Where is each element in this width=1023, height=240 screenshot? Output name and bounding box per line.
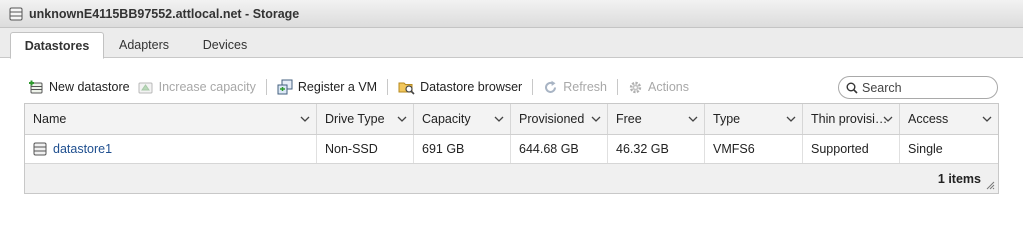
tab-devices[interactable]: Devices xyxy=(190,32,260,58)
column-header-label: Drive Type xyxy=(325,112,385,126)
column-header-type[interactable]: Type xyxy=(705,104,803,134)
datastore-browser-label: Datastore browser xyxy=(420,80,523,94)
chevron-down-icon[interactable] xyxy=(688,115,698,123)
toolbar-divider xyxy=(265,79,267,95)
column-header-access[interactable]: Access xyxy=(900,104,998,134)
search-icon xyxy=(846,82,858,94)
folder-search-icon xyxy=(398,82,415,95)
chevron-down-icon[interactable] xyxy=(397,115,407,123)
datastores-table: Name Drive Type Capacity Provisioned Fre… xyxy=(24,103,999,194)
new-datastore-label: New datastore xyxy=(49,80,130,94)
column-header-label: Capacity xyxy=(422,112,471,126)
column-header-capacity[interactable]: Capacity xyxy=(414,104,511,134)
refresh-label: Refresh xyxy=(563,80,607,94)
column-header-label: Access xyxy=(908,112,949,126)
actions-button[interactable]: Actions xyxy=(624,75,693,99)
toolbar-divider xyxy=(617,79,618,95)
refresh-icon xyxy=(545,80,557,93)
register-vm-icon xyxy=(277,79,293,95)
column-header-provisioned[interactable]: Provisioned xyxy=(511,104,608,134)
provisioned-cell: 644.68 GB xyxy=(511,135,608,163)
tab-bar: Datastores Adapters Devices xyxy=(0,28,1023,59)
register-vm-button[interactable]: Register a VM xyxy=(273,75,381,99)
toolbar-divider xyxy=(532,79,534,95)
type-cell: VMFS6 xyxy=(705,135,803,163)
column-header-label: Free xyxy=(616,112,642,126)
new-datastore-icon xyxy=(29,80,43,94)
datastore-icon xyxy=(33,142,47,156)
column-header-label: Type xyxy=(713,112,741,126)
chevron-down-icon[interactable] xyxy=(883,115,893,123)
datastore-browser-button[interactable]: Datastore browser xyxy=(394,75,526,99)
capacity-cell: 691 GB xyxy=(414,135,511,163)
search-box xyxy=(838,76,998,99)
increase-capacity-icon xyxy=(138,82,153,94)
column-header-thin-provisioning[interactable]: Thin provisi… xyxy=(803,104,900,134)
resize-grip-icon[interactable] xyxy=(986,181,995,190)
chevron-down-icon[interactable] xyxy=(982,115,992,123)
drive-type-cell: Non-SSD xyxy=(317,135,414,163)
thin-provisioning-cell: Supported xyxy=(803,135,900,163)
tab-datastores[interactable]: Datastores xyxy=(10,32,104,59)
toolbar-divider xyxy=(387,79,389,95)
column-header-label: Provisioned xyxy=(519,112,585,126)
window-title: unknownE4115BB97552.attlocal.net - Stora… xyxy=(29,6,300,21)
table-footer: 1 items xyxy=(25,164,998,193)
window-titlebar: unknownE4115BB97552.attlocal.net - Stora… xyxy=(0,0,1023,28)
access-cell: Single xyxy=(908,142,943,156)
table-row[interactable]: datastore1 Non-SSD 691 GB 644.68 GB 46.3… xyxy=(25,135,998,164)
table-header: Name Drive Type Capacity Provisioned Fre… xyxy=(25,104,998,135)
column-header-drive-type[interactable]: Drive Type xyxy=(317,104,414,134)
column-header-free[interactable]: Free xyxy=(608,104,705,134)
column-header-label: Name xyxy=(33,112,67,126)
tab-adapters[interactable]: Adapters xyxy=(108,32,180,58)
actions-label: Actions xyxy=(648,80,689,94)
column-header-name[interactable]: Name xyxy=(25,104,317,134)
increase-capacity-button[interactable]: Increase capacity xyxy=(134,75,260,99)
items-count: 1 items xyxy=(937,172,981,186)
chevron-down-icon[interactable] xyxy=(786,115,796,123)
gear-icon xyxy=(629,81,642,93)
increase-capacity-label: Increase capacity xyxy=(158,80,256,94)
column-header-label: Thin provisi… xyxy=(811,112,888,126)
datastore-name-link[interactable]: datastore1 xyxy=(53,142,112,156)
free-cell: 46.32 GB xyxy=(608,135,705,163)
storage-icon xyxy=(9,7,23,20)
new-datastore-button[interactable]: New datastore xyxy=(24,75,134,99)
refresh-button[interactable]: Refresh xyxy=(539,75,611,99)
register-vm-label: Register a VM xyxy=(297,80,378,94)
chevron-down-icon[interactable] xyxy=(494,115,504,123)
chevron-down-icon[interactable] xyxy=(300,115,310,123)
datastore-name-cell[interactable]: datastore1 xyxy=(25,135,317,163)
search-input[interactable] xyxy=(862,80,987,95)
chevron-down-icon[interactable] xyxy=(591,115,601,123)
